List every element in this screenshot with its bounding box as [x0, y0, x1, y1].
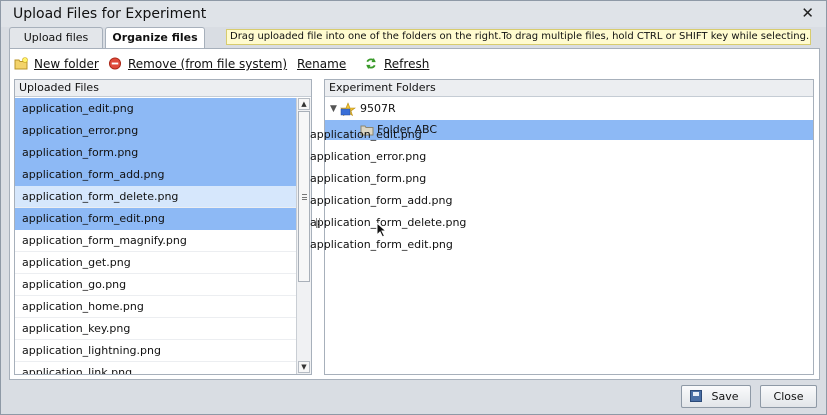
experiment-icon [340, 102, 356, 116]
tab-upload-files[interactable]: Upload files [9, 27, 103, 49]
list-item[interactable]: application_edit.png [15, 98, 296, 120]
drag-preview-item: application_form.png [310, 172, 427, 185]
list-item[interactable]: application_form.png [15, 142, 296, 164]
dialog-title: Upload Files for Experiment [13, 6, 207, 22]
remove-icon[interactable] [108, 57, 122, 70]
new-folder-link[interactable]: New folder [34, 55, 99, 73]
list-item[interactable]: application_get.png [15, 252, 296, 274]
list-item[interactable]: application_form_delete.png [15, 186, 296, 208]
experiment-folders-header: Experiment Folders [325, 80, 813, 97]
mouse-pointer-icon [376, 222, 388, 238]
tree-root-label: 9507R [360, 102, 396, 115]
upload-files-dialog: Upload Files for Experiment ✕ Upload fil… [0, 0, 827, 415]
list-item[interactable]: application_go.png [15, 274, 296, 296]
save-button[interactable]: Save [681, 385, 751, 408]
scroll-grip-icon [302, 194, 307, 200]
list-item[interactable]: application_key.png [15, 318, 296, 340]
drag-preview-item: application_form_delete.png [310, 216, 467, 229]
list-item[interactable]: application_error.png [15, 120, 296, 142]
drag-preview-item: application_edit.png [310, 128, 422, 141]
list-item[interactable]: application_form_edit.png [15, 208, 296, 230]
dialog-titlebar[interactable]: Upload Files for Experiment ✕ [1, 1, 826, 27]
scroll-down-arrow-icon[interactable]: ▼ [298, 361, 310, 373]
remove-link[interactable]: Remove (from file system) [128, 55, 287, 73]
close-icon[interactable]: ✕ [801, 4, 814, 22]
refresh-link[interactable]: Refresh [384, 55, 429, 73]
scroll-up-arrow-icon[interactable]: ▲ [298, 98, 310, 110]
tab-organize-files[interactable]: Organize files [105, 27, 205, 50]
new-folder-icon[interactable] [14, 57, 28, 70]
save-button-label: Save [711, 390, 739, 403]
refresh-icon[interactable] [364, 57, 378, 70]
list-item[interactable]: application_form_add.png [15, 164, 296, 186]
drag-preview-item: application_error.png [310, 150, 427, 163]
close-button[interactable]: Close [760, 385, 817, 408]
drag-hint: Drag uploaded file into one of the folde… [226, 29, 811, 45]
list-item[interactable]: application_lightning.png [15, 340, 296, 362]
file-list-scrollbar[interactable]: ▲ ▼ [296, 98, 311, 374]
floppy-disk-icon [690, 390, 702, 402]
list-item[interactable]: application_home.png [15, 296, 296, 318]
list-item[interactable]: application_link.png [15, 362, 296, 374]
tree-node-root[interactable]: ▼ 9507R [325, 99, 813, 119]
drag-preview-item: application_form_add.png [310, 194, 453, 207]
uploaded-files-panel: Uploaded Files application_edit.png appli… [14, 79, 312, 375]
uploaded-files-list[interactable]: application_edit.png application_error.pn… [15, 98, 296, 374]
uploaded-files-header: Uploaded Files [15, 80, 311, 97]
list-item[interactable]: application_form_magnify.png [15, 230, 296, 252]
drag-handle-icon [316, 218, 320, 228]
dialog-footer: Save Close [1, 381, 826, 414]
scroll-thumb[interactable] [298, 111, 310, 282]
rename-link[interactable]: Rename [297, 55, 346, 73]
expand-arrow-icon[interactable]: ▼ [330, 99, 337, 119]
